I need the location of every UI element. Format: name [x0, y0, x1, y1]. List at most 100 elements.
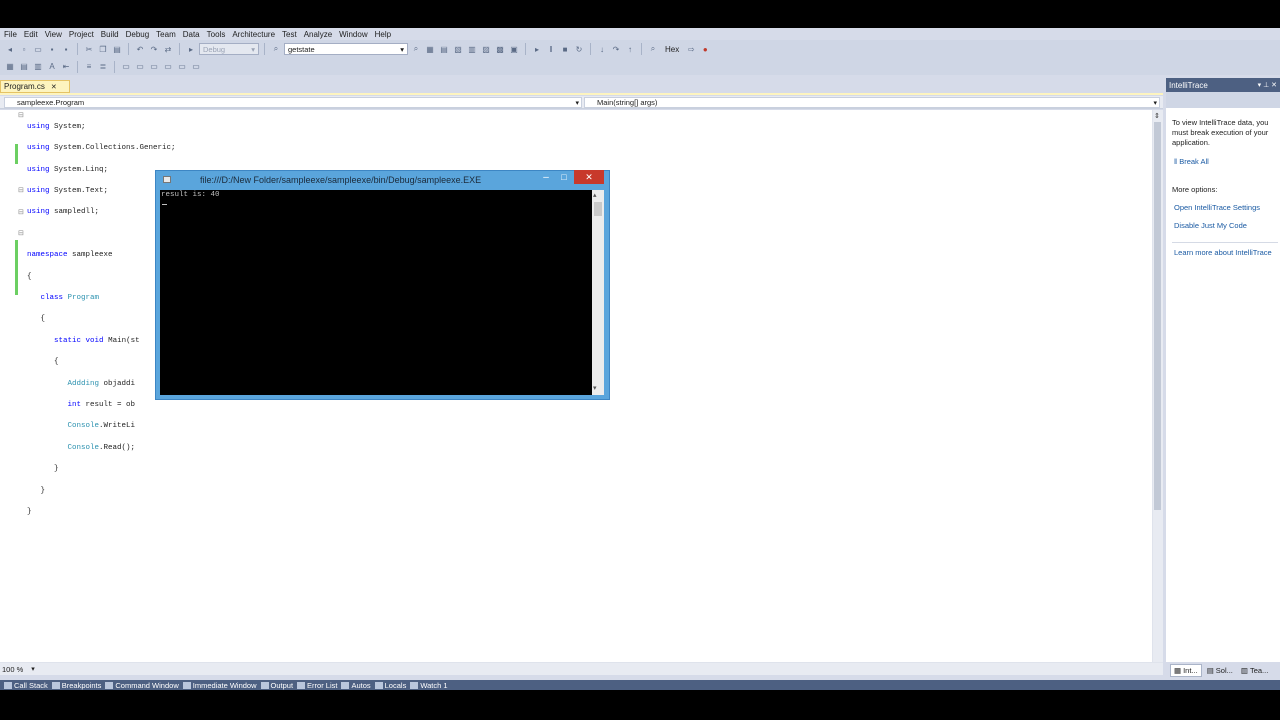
menu-project[interactable]: Project — [67, 30, 99, 39]
close-icon[interactable]: ✕ — [51, 83, 57, 91]
split-window-icon[interactable]: ⇕ — [1154, 112, 1160, 120]
open-intellitrace-settings-link[interactable]: Open IntelliTrace Settings — [1174, 203, 1260, 213]
tab-immediate-window[interactable]: Immediate Window — [182, 681, 257, 690]
server-explorer-icon[interactable]: ▩ — [494, 44, 506, 55]
tab-program-cs[interactable]: Program.cs ✕ — [0, 80, 70, 93]
console-output-area[interactable] — [160, 190, 592, 395]
new-project-icon[interactable]: ▫ — [18, 44, 30, 55]
outline-collapse-icon[interactable]: ⊟ — [18, 111, 24, 119]
tab-locals[interactable]: Locals — [374, 681, 406, 690]
quick-info-icon[interactable]: ▥ — [32, 61, 44, 72]
editor-horizontal-scrollbar[interactable] — [0, 662, 1163, 675]
minimize-button[interactable]: – — [539, 171, 553, 183]
next-bookmark-icon[interactable]: ▭ — [148, 61, 160, 72]
tab-solution-explorer[interactable]: ▤ Sol... — [1204, 665, 1236, 676]
next-bookmark-folder-icon[interactable]: ▭ — [176, 61, 188, 72]
uncomment-lines-icon[interactable]: ≣ — [97, 61, 109, 72]
console-scrollbar[interactable] — [592, 190, 604, 395]
console-system-icon[interactable] — [163, 176, 171, 183]
clear-bookmarks-icon[interactable]: ▭ — [162, 61, 174, 72]
outline-collapse-icon[interactable]: ⊟ — [18, 186, 24, 194]
pane-options-icon[interactable]: ▾ ⊥ ✕ — [1258, 81, 1277, 89]
tab-call-stack[interactable]: Call Stack — [4, 681, 48, 690]
display-object-members-icon[interactable]: ▦ — [4, 61, 16, 72]
cut-icon[interactable]: ✂ — [83, 44, 95, 55]
toolbox-icon[interactable]: ▥ — [466, 44, 478, 55]
properties-icon[interactable]: ▤ — [438, 44, 450, 55]
menu-data[interactable]: Data — [181, 30, 205, 39]
decrease-indent-icon[interactable]: ⇤ — [60, 61, 72, 72]
break-all-icon[interactable]: ‖ — [545, 44, 557, 55]
save-icon[interactable]: ▪ — [46, 44, 58, 55]
solution-explorer-icon[interactable]: ▦ — [424, 44, 436, 55]
step-over-icon[interactable]: ↷ — [610, 44, 622, 55]
menu-tools[interactable]: Tools — [205, 30, 231, 39]
solution-config-combo[interactable]: Debug ▾ — [199, 43, 259, 55]
tab-breakpoints[interactable]: Breakpoints — [51, 681, 101, 690]
menu-architecture[interactable]: Architecture — [230, 30, 280, 39]
prev-bookmark-icon[interactable]: ▭ — [134, 61, 146, 72]
scrollbar-thumb[interactable] — [594, 202, 602, 216]
toggle-bookmark-icon[interactable]: ▭ — [120, 61, 132, 72]
tab-error-list[interactable]: Error List — [297, 681, 337, 690]
menu-window[interactable]: Window — [337, 30, 372, 39]
scroll-down-icon[interactable]: ▾ — [593, 384, 597, 392]
menu-file[interactable]: File — [2, 30, 22, 39]
scroll-up-icon[interactable]: ▴ — [593, 191, 597, 199]
open-file-icon[interactable]: ▭ — [32, 44, 44, 55]
copy-icon[interactable]: ❐ — [97, 44, 109, 55]
object-browser-icon[interactable]: ▧ — [452, 44, 464, 55]
start-debug-icon[interactable]: ▸ — [185, 44, 197, 55]
show-next-statement-icon[interactable]: ⇨ — [685, 44, 697, 55]
continue-icon[interactable]: ▸ — [531, 44, 543, 55]
scrollbar-thumb[interactable] — [1154, 122, 1161, 510]
find-in-files-icon[interactable]: ⌕ — [410, 44, 422, 55]
word-completion-icon[interactable]: A — [46, 61, 58, 72]
start-page-icon[interactable]: ▣ — [508, 44, 520, 55]
tab-label: Tea... — [1249, 665, 1269, 675]
prev-bookmark-folder-icon[interactable]: ▭ — [190, 61, 202, 72]
comment-lines-icon[interactable]: ≡ — [83, 61, 95, 72]
menu-view[interactable]: View — [43, 30, 67, 39]
stop-icon[interactable]: ■ — [559, 44, 571, 55]
step-into-icon[interactable]: ↓ — [596, 44, 608, 55]
class-view-icon[interactable]: ▨ — [480, 44, 492, 55]
hex-toggle[interactable]: Hex — [661, 45, 683, 54]
type-dropdown[interactable]: sampleexe.Program ▾ — [4, 97, 582, 108]
tab-autos[interactable]: Autos — [341, 681, 371, 690]
tab-team-explorer[interactable]: ▥ Tea... — [1238, 665, 1271, 676]
paste-icon[interactable]: ▤ — [111, 44, 123, 55]
member-dropdown[interactable]: Main(string[] args) ▾ — [584, 97, 1160, 108]
find-combo[interactable]: getstate ▾ — [284, 43, 408, 55]
break-all-link[interactable]: ‖ Break All — [1174, 157, 1209, 167]
parameter-info-icon[interactable]: ▤ — [18, 61, 30, 72]
outline-collapse-icon[interactable]: ⊟ — [18, 229, 24, 237]
quick-watch-icon[interactable]: ⌕ — [647, 44, 659, 55]
save-all-icon[interactable]: ▪ — [60, 44, 72, 55]
menu-analyze[interactable]: Analyze — [302, 30, 337, 39]
tab-intellitrace[interactable]: ▦ Int... — [1170, 663, 1202, 677]
menu-team[interactable]: Team — [154, 30, 181, 39]
maximize-button[interactable]: □ — [556, 171, 572, 183]
navigate-back-icon[interactable]: ◂ — [4, 44, 16, 55]
outline-collapse-icon[interactable]: ⊟ — [18, 208, 24, 216]
menu-debug[interactable]: Debug — [124, 30, 155, 39]
menu-edit[interactable]: Edit — [22, 30, 43, 39]
breakpoint-window-icon[interactable]: ● — [699, 44, 711, 55]
close-button[interactable]: ✕ — [574, 170, 604, 184]
navigate-icon[interactable]: ⇄ — [162, 44, 174, 55]
restart-icon[interactable]: ↻ — [573, 44, 585, 55]
zoom-combo[interactable]: 100 % ▾ — [2, 664, 40, 674]
undo-icon[interactable]: ↶ — [134, 44, 146, 55]
tab-command-window[interactable]: Command Window — [105, 681, 179, 690]
redo-icon[interactable]: ↷ — [148, 44, 160, 55]
menu-test[interactable]: Test — [280, 30, 302, 39]
tab-output[interactable]: Output — [260, 681, 293, 690]
step-out-icon[interactable]: ↑ — [624, 44, 636, 55]
menu-help[interactable]: Help — [373, 30, 396, 39]
menu-build[interactable]: Build — [99, 30, 124, 39]
tab-watch-1[interactable]: Watch 1 — [410, 681, 448, 690]
disable-just-my-code-link[interactable]: Disable Just My Code — [1174, 221, 1247, 231]
find-icon[interactable]: ⌕ — [270, 44, 282, 55]
learn-more-link[interactable]: Learn more about IntelliTrace — [1174, 248, 1272, 258]
